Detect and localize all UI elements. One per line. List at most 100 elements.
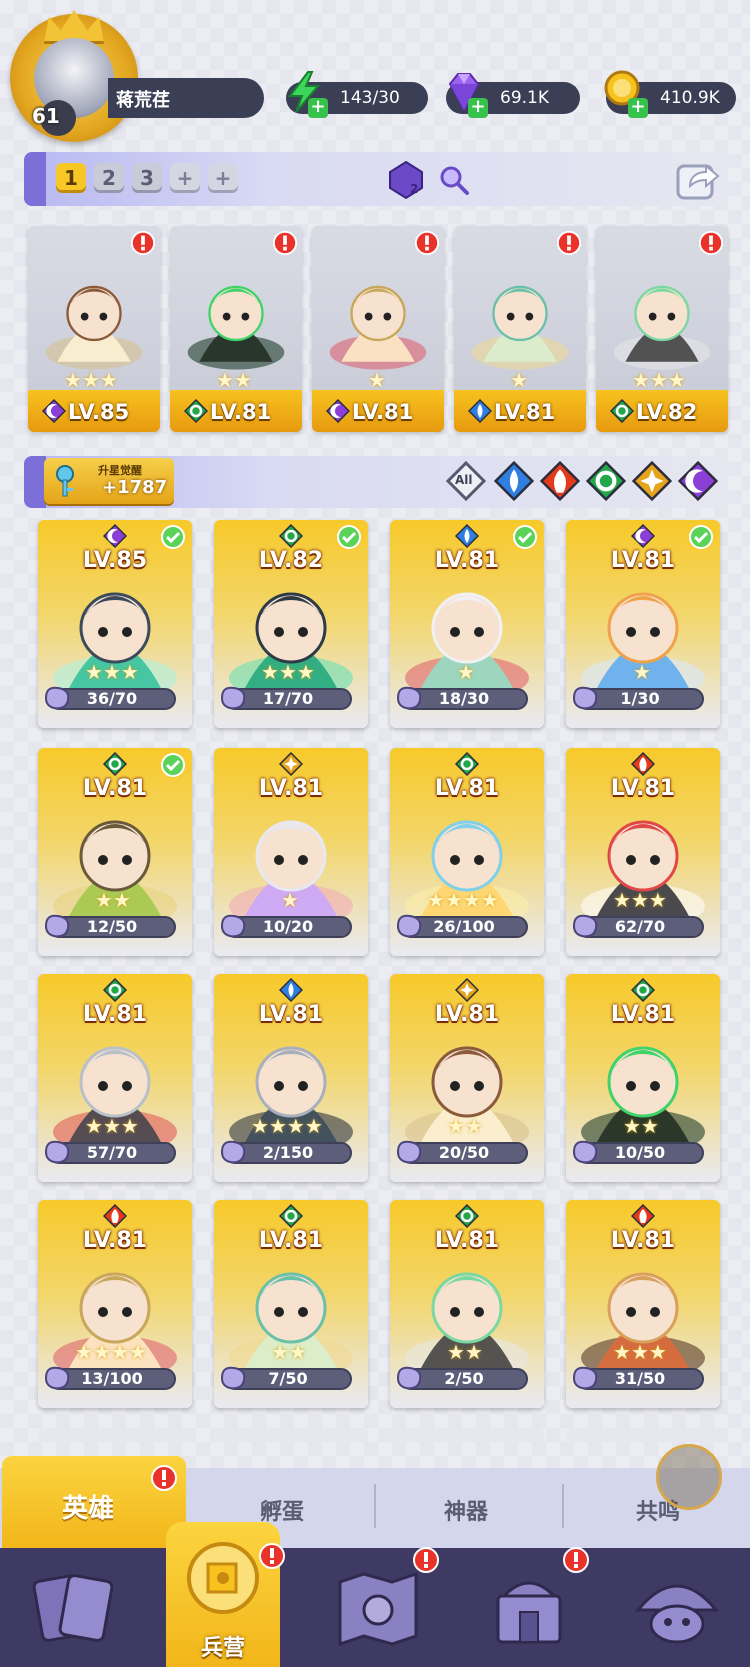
- hero-card[interactable]: LV.81 ★ 1/30: [566, 520, 720, 728]
- hero-shard-icon: [44, 914, 70, 938]
- star-icon: ★: [447, 1340, 465, 1364]
- star-icon: ★: [667, 368, 686, 392]
- hero-level: LV.82: [258, 548, 324, 573]
- hero-card[interactable]: LV.81 ★ ★ ★ 31/50: [566, 1200, 720, 1408]
- star-icon: ★: [296, 660, 315, 684]
- team-tab-3[interactable]: 3: [132, 163, 162, 193]
- cards-icon[interactable]: [30, 1568, 118, 1648]
- hero-shard-icon: [220, 1140, 246, 1164]
- star-icon: ★: [233, 368, 252, 392]
- team-hero-card[interactable]: ★ ★ ★ LV.85: [28, 226, 160, 432]
- checkmark-icon: [161, 525, 185, 549]
- floating-sparkle-button[interactable]: [656, 1444, 722, 1510]
- nature-element-icon: [278, 523, 304, 549]
- filter-all-button[interactable]: All: [445, 460, 487, 502]
- star-rating: ★: [281, 890, 299, 910]
- filter-fire-button[interactable]: [539, 460, 581, 502]
- gem-counter[interactable]: + 69.1K: [446, 73, 580, 118]
- hero-card[interactable]: LV.81 ★ 10/20: [214, 748, 368, 956]
- hero-card[interactable]: LV.81 ★ ★ 10/50: [566, 974, 720, 1182]
- team-tab-1[interactable]: 1: [56, 163, 86, 193]
- add-gold-icon[interactable]: +: [628, 98, 648, 118]
- water-element-icon: [278, 977, 304, 1003]
- hero-shard-icon: [396, 1140, 422, 1164]
- add-team-button[interactable]: +: [170, 163, 200, 193]
- fire-element-icon: [630, 1203, 656, 1229]
- element-badge: [102, 751, 128, 777]
- element-badge: [278, 977, 304, 1003]
- hero-card[interactable]: LV.81 ★ ★ 7/50: [214, 1200, 368, 1408]
- element-badge: [467, 398, 493, 424]
- add-energy-icon[interactable]: +: [308, 98, 328, 118]
- tab-artifact[interactable]: 神器: [444, 1494, 488, 1526]
- star-rating: ★ ★ ★: [613, 890, 667, 910]
- team-hero-card[interactable]: ★ ★ LV.81: [170, 226, 302, 432]
- filter-dark-button[interactable]: [677, 460, 719, 502]
- star-icon: ★: [112, 888, 131, 912]
- gem-value: 69.1K: [500, 88, 549, 108]
- team-hero-card[interactable]: ★ LV.81: [312, 226, 444, 432]
- add-team-button-2[interactable]: +: [208, 163, 238, 193]
- alert-icon: [130, 230, 156, 256]
- share-icon[interactable]: [676, 158, 720, 200]
- filter-light-button[interactable]: [631, 460, 673, 502]
- star-rating: ★ ★ ★: [613, 1342, 667, 1362]
- star-icon: ★: [85, 1114, 103, 1138]
- element-badge: [454, 1203, 480, 1229]
- hero-card[interactable]: LV.81 ★ 18/30: [390, 520, 544, 728]
- alert-icon: [151, 1465, 177, 1491]
- hero-card[interactable]: LV.81 ★ ★ ★ ★ 26/100: [390, 748, 544, 956]
- element-badge: [183, 398, 209, 424]
- hero-card[interactable]: LV.81 ★ ★ 12/50: [38, 748, 192, 956]
- star-icon: ★: [251, 1114, 269, 1138]
- element-badge: [41, 398, 67, 424]
- nav-barracks-label: 兵营: [200, 1636, 245, 1661]
- mushroom-shop-icon[interactable]: [630, 1566, 724, 1652]
- barracks-icon: [187, 1542, 259, 1614]
- awaken-button[interactable]: 升星觉醒 +1787: [44, 458, 174, 504]
- hero-level: LV.81: [434, 1002, 500, 1027]
- hero-shard-icon: [572, 686, 598, 710]
- hero-card[interactable]: LV.82 ★ ★ ★ 17/70: [214, 520, 368, 728]
- team-tab-2[interactable]: 2: [94, 163, 124, 193]
- hero-level: LV.81: [352, 400, 414, 424]
- team-hero-card[interactable]: ★ ★ ★ LV.82: [596, 226, 728, 432]
- hero-card[interactable]: LV.81 ★ ★ 2/50: [390, 1200, 544, 1408]
- hero-card-partial: [390, 1428, 544, 1442]
- star-icon: ★: [623, 1114, 641, 1138]
- star-rating: ★ ★ ★: [85, 1116, 139, 1136]
- hero-card[interactable]: LV.81 ★ ★ 20/50: [390, 974, 544, 1182]
- alert-icon: [259, 1543, 285, 1569]
- team-hero-card[interactable]: ★ LV.81: [454, 226, 586, 432]
- energy-value: 143/30: [340, 88, 400, 108]
- alert-icon: [413, 1547, 439, 1573]
- hero-level: LV.81: [610, 1002, 676, 1027]
- gold-counter[interactable]: + 410.9K: [604, 70, 736, 118]
- gold-value: 410.9K: [660, 88, 720, 108]
- magnifier-icon[interactable]: [438, 164, 470, 196]
- light-element-icon: [454, 977, 480, 1003]
- nature-element-icon: [454, 751, 480, 777]
- map-icon[interactable]: [334, 1570, 422, 1648]
- hero-card[interactable]: LV.81 ★ ★ ★ ★ 13/100: [38, 1200, 192, 1408]
- hero-level: LV.81: [494, 400, 556, 424]
- star-icon: ★: [613, 1340, 631, 1364]
- energy-counter[interactable]: + 143/30: [286, 71, 428, 118]
- hero-card[interactable]: LV.81 ★ ★ ★ 57/70: [38, 974, 192, 1182]
- add-gem-icon[interactable]: +: [468, 98, 488, 118]
- star-icon: ★: [216, 368, 234, 392]
- hero-card[interactable]: LV.81 ★ ★ ★ 62/70: [566, 748, 720, 956]
- tab-heroes-label: 英雄: [62, 1494, 115, 1524]
- alert-icon: [563, 1547, 589, 1573]
- tab-divider: [562, 1484, 564, 1528]
- star-icon: ★: [633, 660, 651, 684]
- hero-card[interactable]: LV.85 ★ ★ ★ 36/70: [38, 520, 192, 728]
- filter-nature-button[interactable]: [585, 460, 627, 502]
- star-icon: ★: [92, 1340, 111, 1364]
- temple-icon[interactable]: [484, 1568, 574, 1650]
- star-icon: ★: [95, 888, 113, 912]
- filter-water-button[interactable]: [493, 460, 535, 502]
- hero-card-partial: [566, 1428, 720, 1442]
- tab-hatch[interactable]: 孵蛋: [260, 1494, 304, 1526]
- hero-card[interactable]: LV.81 ★ ★ ★ ★ 2/150: [214, 974, 368, 1182]
